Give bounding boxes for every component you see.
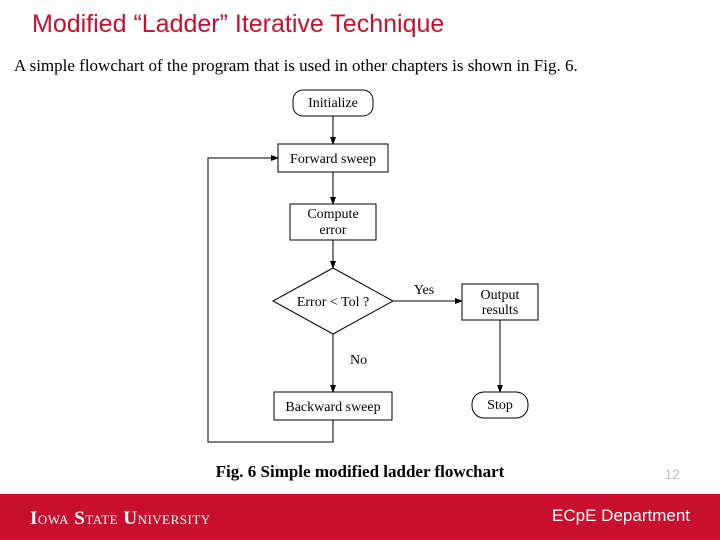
footer-bar: Iowa State University ECpE Department <box>0 494 720 540</box>
slide-title: Modified “Ladder” Iterative Technique <box>32 10 444 39</box>
label-forward-sweep: Forward sweep <box>290 152 376 167</box>
label-no: No <box>350 353 367 368</box>
flowchart-svg: Initialize Forward sweep Compute error E… <box>178 86 548 462</box>
body-text: A simple flowchart of the program that i… <box>14 56 578 76</box>
footer-department: ECpE Department <box>552 506 690 526</box>
label-initialize: Initialize <box>308 96 358 111</box>
label-output-l1: Output <box>481 288 520 303</box>
slide: Modified “Ladder” Iterative Technique A … <box>0 0 720 540</box>
label-compute-error-l1: Compute <box>307 207 358 222</box>
label-compute-error-l2: error <box>319 223 347 238</box>
label-decision: Error < Tol ? <box>297 295 369 310</box>
figure-caption: Fig. 6 Simple modified ladder flowchart <box>0 462 720 482</box>
label-stop: Stop <box>487 398 513 413</box>
flowchart-diagram: Initialize Forward sweep Compute error E… <box>178 86 548 462</box>
label-yes: Yes <box>414 283 434 298</box>
page-number: 12 <box>664 466 680 482</box>
footer-logo: Iowa State University <box>30 508 211 530</box>
label-backward-sweep: Backward sweep <box>285 400 380 415</box>
label-output-l2: results <box>482 303 519 318</box>
